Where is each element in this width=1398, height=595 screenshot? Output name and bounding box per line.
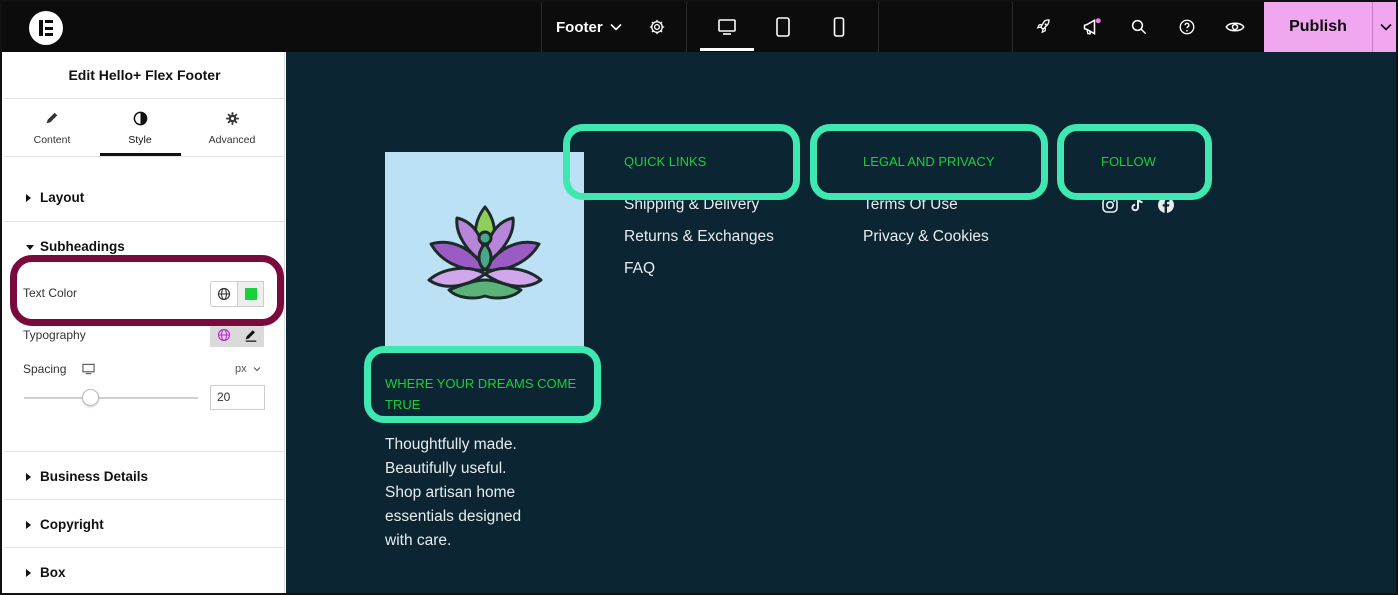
contrast-icon	[130, 111, 150, 127]
spacing-unit-value: px	[235, 363, 247, 375]
spacing-input[interactable]: 20	[210, 385, 265, 410]
chevron-down-icon	[253, 367, 261, 372]
edit-typography-pencil-icon[interactable]	[238, 323, 264, 347]
tab-content[interactable]: Content	[12, 99, 92, 157]
gear-icon	[222, 111, 242, 127]
editor-window: Footer Publish Edit Hello+ Flex Footer C…	[0, 0, 1398, 595]
panel-title: Edit Hello+ Flex Footer	[4, 52, 285, 99]
tab-style-label: Style	[128, 134, 152, 146]
publish-options-chevron-icon[interactable]	[1372, 2, 1396, 52]
rocket-icon[interactable]	[1032, 16, 1054, 38]
chevron-down-icon[interactable]	[605, 16, 627, 38]
panel-tabs: Content Style Advanced	[4, 99, 285, 157]
section-business-details[interactable]: Business Details	[4, 452, 285, 500]
section-layout[interactable]: Layout	[4, 158, 285, 222]
typography-label: Typography	[23, 328, 86, 342]
annotation-highlight-quick-links	[563, 124, 800, 200]
publish-button[interactable]: Publish	[1264, 2, 1372, 52]
help-icon[interactable]	[1176, 16, 1198, 38]
section-layout-label: Layout	[40, 190, 85, 205]
tab-advanced[interactable]: Advanced	[192, 99, 272, 157]
megaphone-icon[interactable]	[1081, 16, 1103, 38]
section-box-label: Box	[40, 565, 66, 580]
active-tab-indicator	[100, 153, 181, 156]
tablet-icon[interactable]	[772, 16, 794, 38]
settings-gear-icon[interactable]	[646, 16, 668, 38]
tab-style[interactable]: Style	[100, 99, 180, 157]
mobile-icon[interactable]	[828, 16, 850, 38]
caret-down-icon	[26, 245, 34, 250]
spacing-slider-handle[interactable]	[82, 389, 99, 406]
footer-tagline: Thoughtfully made. Beautifully useful. S…	[385, 436, 522, 549]
pencil-icon	[42, 111, 62, 127]
spacing-label: Spacing	[23, 362, 67, 376]
lotus-logo-icon	[427, 205, 543, 300]
annotation-highlight-legal	[810, 124, 1048, 200]
caret-right-icon	[26, 569, 31, 577]
elementor-logo-icon[interactable]	[29, 11, 63, 45]
footer-link[interactable]: FAQ	[624, 260, 655, 278]
spacing-unit-select[interactable]: px	[235, 363, 261, 375]
section-copyright-label: Copyright	[40, 517, 104, 532]
desktop-icon[interactable]	[716, 16, 738, 38]
caret-right-icon	[26, 194, 31, 202]
preview-eye-icon[interactable]	[1224, 16, 1246, 38]
spacing-slider-track[interactable]	[24, 397, 198, 399]
caret-right-icon	[26, 521, 31, 529]
annotation-highlight-follow	[1057, 124, 1212, 200]
caret-right-icon	[26, 473, 31, 481]
active-device-indicator	[700, 48, 754, 51]
global-typography-globe-icon[interactable]	[210, 323, 238, 347]
annotation-highlight-brand	[364, 346, 601, 423]
section-subheadings-label: Subheadings	[40, 239, 125, 254]
tab-content-label: Content	[33, 134, 71, 146]
search-icon[interactable]	[1128, 16, 1150, 38]
footer-logo-container[interactable]	[385, 152, 584, 351]
section-copyright[interactable]: Copyright	[4, 500, 285, 548]
annotation-highlight-text-color	[10, 255, 284, 326]
footer-link[interactable]: Privacy & Cookies	[863, 228, 989, 246]
section-business-details-label: Business Details	[40, 469, 149, 484]
footer-link[interactable]: Returns & Exchanges	[624, 228, 774, 246]
tab-advanced-label: Advanced	[208, 134, 256, 146]
responsive-desktop-icon[interactable]	[82, 362, 95, 380]
document-title[interactable]: Footer	[556, 19, 603, 36]
top-bar: Footer Publish	[2, 2, 1396, 52]
section-box[interactable]: Box	[4, 548, 285, 593]
